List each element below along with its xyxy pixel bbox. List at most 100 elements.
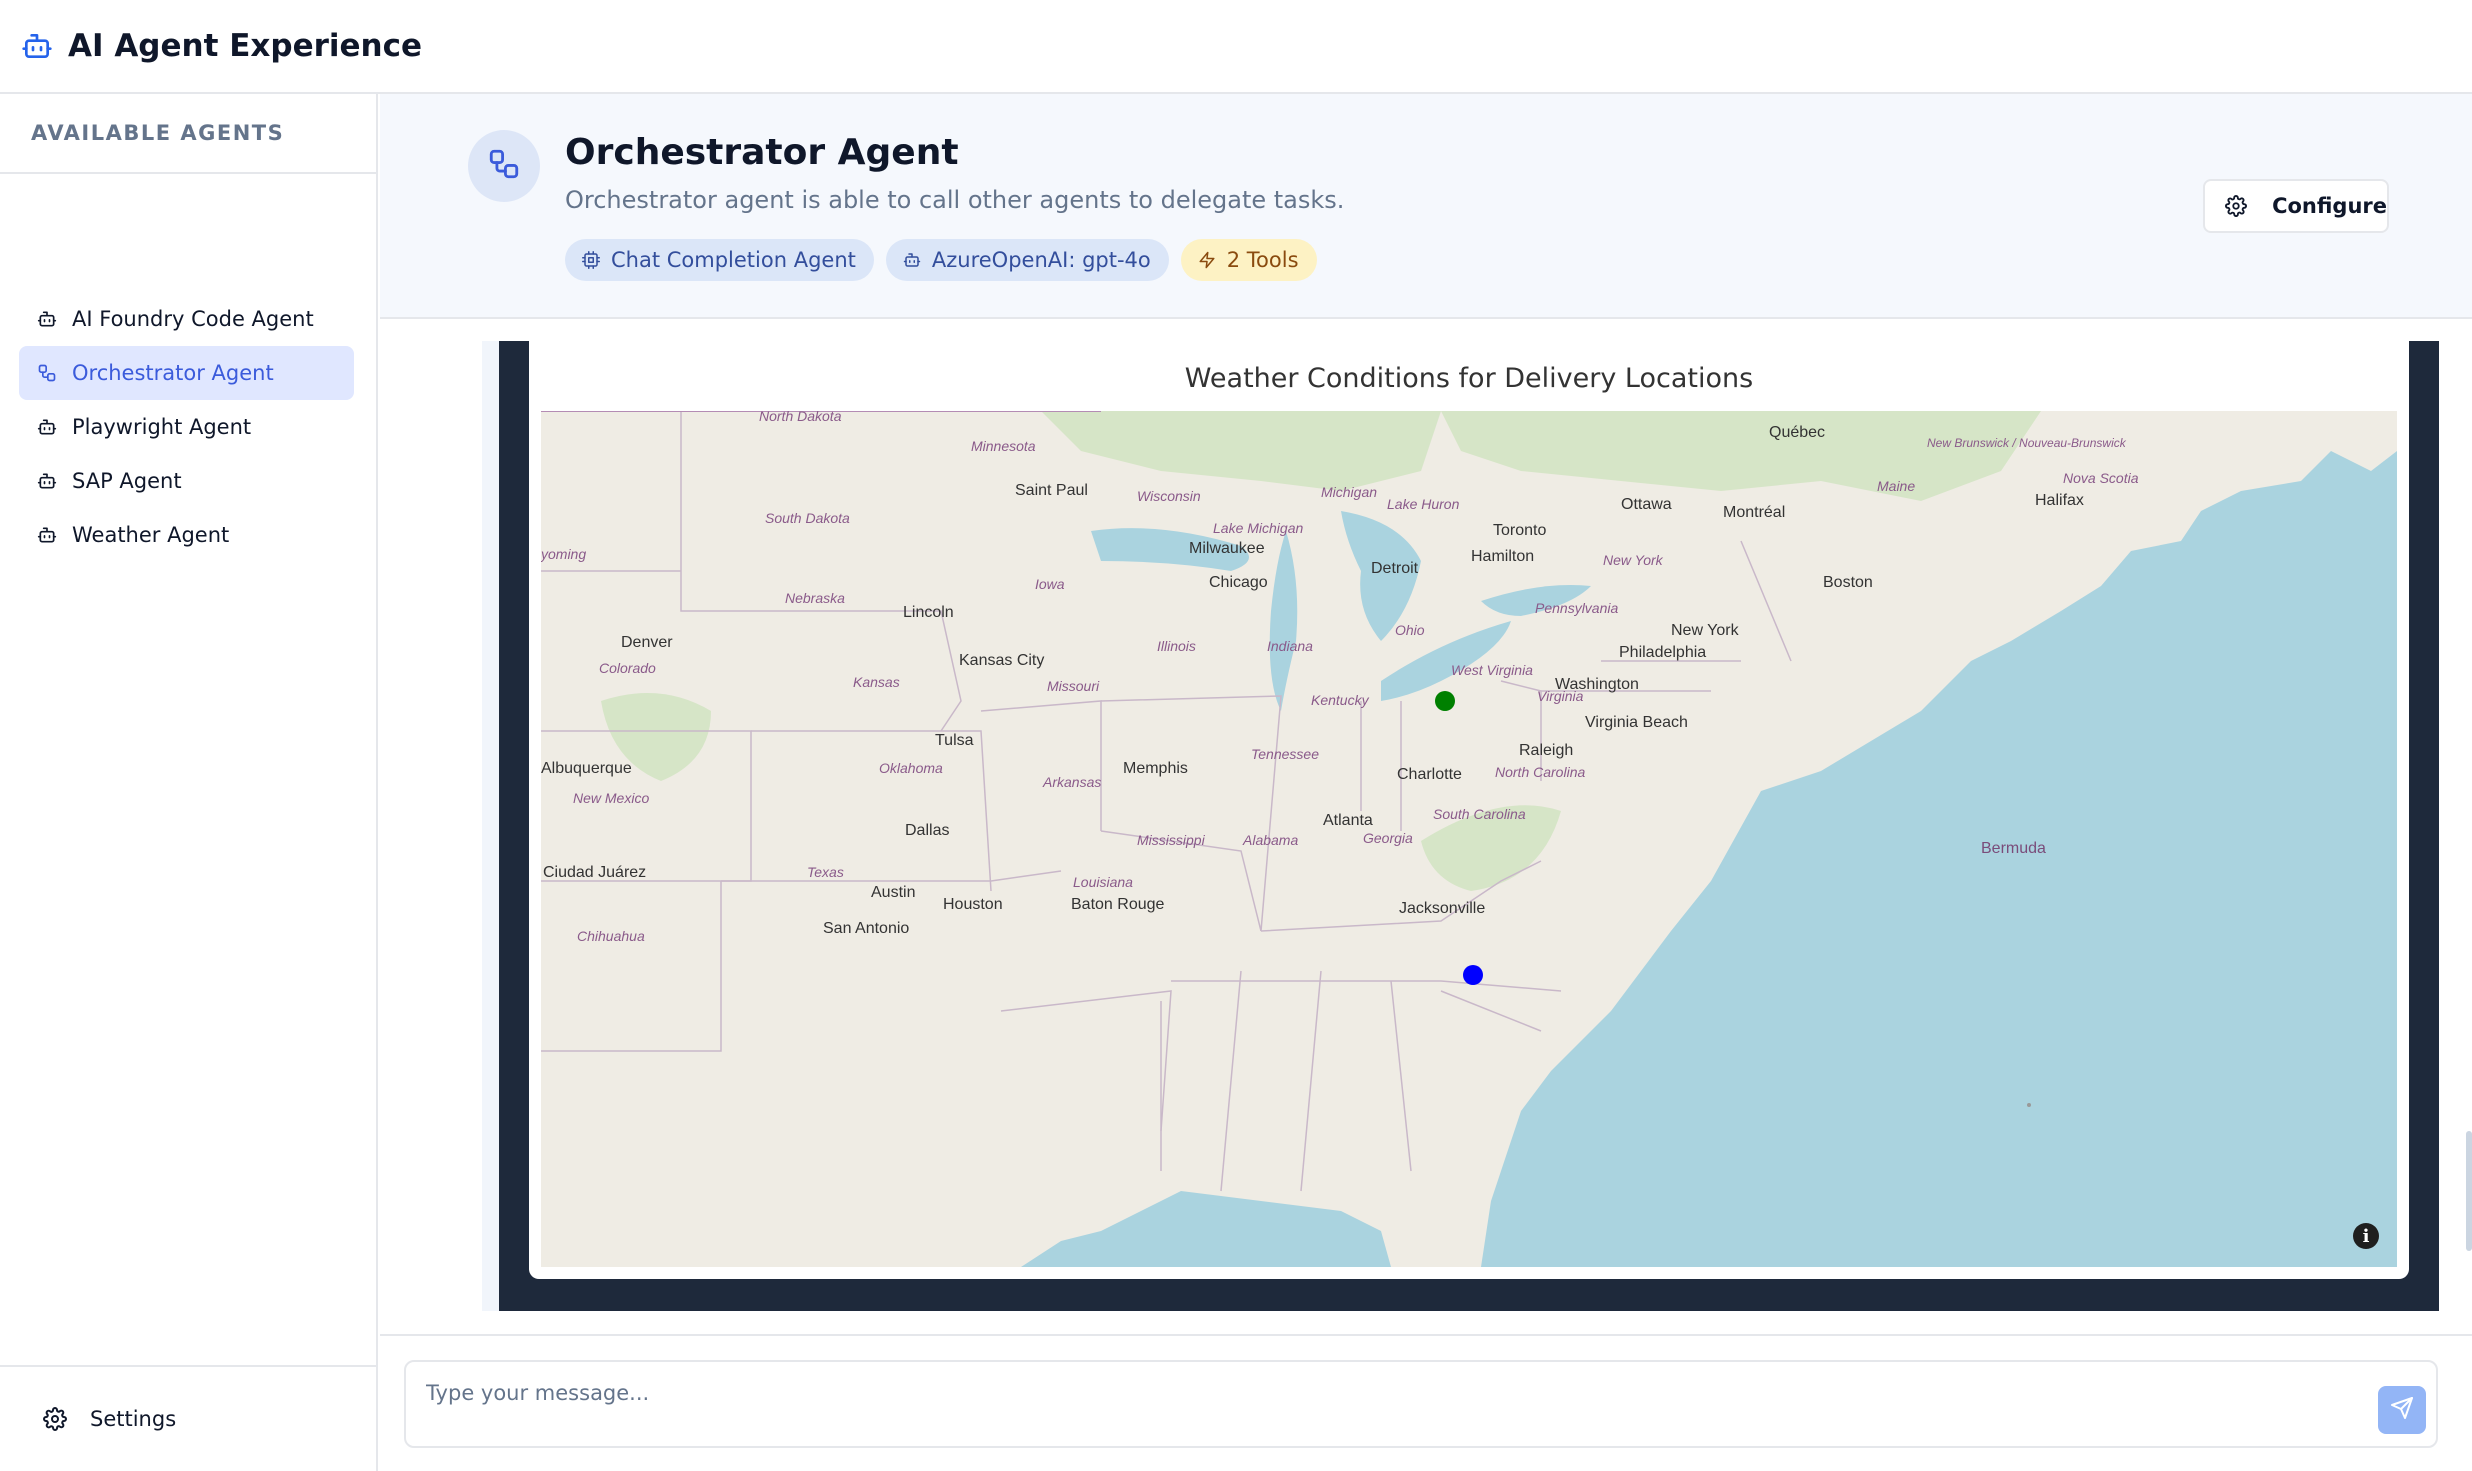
region-label: Lake Huron — [1387, 496, 1460, 512]
workflow-icon — [487, 147, 521, 185]
sidebar-item-label: AI Foundry Code Agent — [72, 307, 314, 331]
region-label: Lake Michigan — [1213, 520, 1303, 536]
city-label: New York — [1671, 622, 1740, 639]
city-label: Chicago — [1209, 574, 1268, 591]
message-gutter — [482, 341, 500, 1311]
city-label: Houston — [943, 896, 1003, 913]
city-label: Baton Rouge — [1071, 896, 1165, 913]
badge-label: 2 Tools — [1226, 248, 1299, 272]
region-label: Iowa — [1035, 576, 1065, 592]
send-button[interactable] — [2378, 1386, 2426, 1434]
city-label: Atlanta — [1323, 812, 1373, 829]
cpu-icon — [581, 250, 601, 270]
map-view[interactable]: Québec Ottawa Montréal Halifax Toronto H… — [541, 411, 2397, 1267]
bot-icon — [902, 250, 922, 270]
city-label: Québec — [1769, 424, 1825, 441]
region-label: Georgia — [1363, 830, 1413, 846]
lightning-icon — [1197, 250, 1217, 270]
agent-title: Orchestrator Agent — [565, 132, 959, 173]
city-label: Ciudad Juárez — [543, 864, 646, 881]
region-label: North Carolina — [1495, 764, 1585, 780]
city-label: Milwaukee — [1189, 540, 1265, 557]
region-label: Minnesota — [971, 438, 1036, 454]
city-label: Toronto — [1493, 522, 1546, 539]
region-label: Alabama — [1242, 832, 1298, 848]
badge-tools: 2 Tools — [1180, 239, 1317, 281]
send-icon — [2390, 1396, 2414, 1424]
agent-badges: Chat Completion Agent AzureOpenAI: gpt-4… — [565, 239, 1317, 281]
city-label: Hamilton — [1471, 548, 1534, 565]
map-card: Weather Conditions for Delivery Location… — [529, 341, 2409, 1279]
region-label: Mississippi — [1137, 832, 1206, 848]
city-label: Saint Paul — [1015, 482, 1088, 499]
configure-label: Configure — [2272, 194, 2387, 218]
region-label: yoming — [541, 546, 586, 562]
settings-label: Settings — [90, 1407, 177, 1431]
map-marker-blue[interactable] — [1463, 965, 1483, 985]
city-label: Memphis — [1123, 760, 1188, 777]
sidebar-item-sap-agent[interactable]: SAP Agent — [19, 454, 354, 508]
region-label: Kansas — [853, 674, 900, 690]
region-label: Chihuahua — [577, 928, 645, 944]
region-label: Missouri — [1047, 678, 1100, 694]
map-marker-green[interactable] — [1435, 691, 1455, 711]
region-label: Wisconsin — [1137, 488, 1201, 504]
sidebar-item-label: Playwright Agent — [72, 415, 252, 439]
scrollbar[interactable] — [2466, 1131, 2472, 1251]
region-label: New Mexico — [573, 790, 649, 806]
top-bar: AI Agent Experience — [0, 0, 2472, 94]
message-input-box — [404, 1360, 2438, 1448]
bot-icon — [36, 308, 58, 330]
region-label: Virginia — [1537, 688, 1584, 704]
settings-button[interactable]: Settings — [0, 1365, 376, 1471]
region-label: Indiana — [1267, 638, 1313, 654]
city-label: Boston — [1823, 574, 1873, 591]
region-label: Oklahoma — [879, 760, 943, 776]
bot-icon — [20, 29, 54, 63]
city-label: Virginia Beach — [1585, 714, 1688, 731]
region-label: Nova Scotia — [2063, 470, 2139, 486]
region-label: Nebraska — [785, 590, 845, 606]
region-label: Tennessee — [1251, 746, 1319, 762]
city-label: Lincoln — [903, 604, 954, 621]
agent-description: Orchestrator agent is able to call other… — [565, 186, 1345, 214]
sidebar-item-orchestrator-agent[interactable]: Orchestrator Agent — [19, 346, 354, 400]
chat-area[interactable]: Weather Conditions for Delivery Location… — [380, 321, 2472, 1334]
info-icon[interactable]: i — [2353, 1223, 2379, 1249]
workflow-icon — [36, 362, 58, 384]
city-label: Detroit — [1371, 560, 1419, 577]
region-label: Illinois — [1157, 638, 1196, 654]
message-input[interactable] — [406, 1362, 2436, 1414]
gear-icon — [2223, 193, 2248, 219]
app-title: AI Agent Experience — [68, 28, 423, 64]
region-label: Michigan — [1321, 484, 1377, 500]
region-label: Kentucky — [1311, 692, 1370, 708]
city-label: Austin — [871, 884, 915, 901]
sidebar-item-label: SAP Agent — [72, 469, 182, 493]
composer — [380, 1334, 2472, 1471]
city-label: Albuquerque — [541, 760, 632, 777]
region-label: Texas — [807, 864, 844, 880]
badge-model: AzureOpenAI: gpt-4o — [885, 239, 1169, 281]
city-label: Tulsa — [935, 732, 974, 749]
bot-icon — [36, 416, 58, 438]
sidebar-item-label: Weather Agent — [72, 523, 230, 547]
gear-icon — [42, 1406, 68, 1432]
region-label: Ohio — [1395, 622, 1425, 638]
region-label: West Virginia — [1451, 662, 1533, 678]
city-label: Raleigh — [1519, 742, 1573, 759]
region-label: South Dakota — [765, 510, 850, 526]
city-label: Ottawa — [1621, 496, 1672, 513]
city-label: Jacksonville — [1399, 900, 1485, 917]
city-label: Dallas — [905, 822, 949, 839]
city-label: Denver — [621, 634, 673, 651]
city-label: Kansas City — [959, 652, 1044, 669]
sidebar-item-weather-agent[interactable]: Weather Agent — [19, 508, 354, 562]
sidebar-item-playwright-agent[interactable]: Playwright Agent — [19, 400, 354, 454]
badge-label: AzureOpenAI: gpt-4o — [931, 248, 1151, 272]
region-label: Louisiana — [1073, 874, 1133, 890]
configure-button[interactable]: Configure — [2203, 179, 2389, 233]
sidebar-item-ai-foundry-code-agent[interactable]: AI Foundry Code Agent — [19, 292, 354, 346]
sidebar-section-label: AVAILABLE AGENTS — [0, 94, 376, 174]
map-message: Weather Conditions for Delivery Location… — [499, 341, 2439, 1311]
